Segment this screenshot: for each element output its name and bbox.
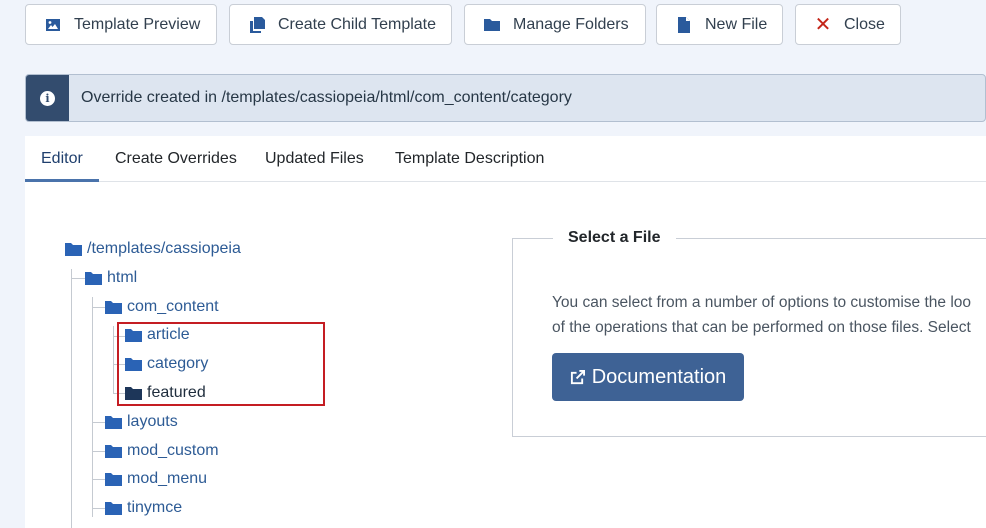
alert-stripe: i: [26, 75, 69, 121]
select-file-legend: Select a File: [553, 229, 676, 247]
tree-folder-com-content[interactable]: com_content: [105, 296, 219, 318]
folder-icon: [65, 242, 82, 256]
tree-line: [92, 422, 105, 423]
override-alert: i Override created in /templates/cassiop…: [25, 74, 986, 122]
tree-folder-root[interactable]: /templates/cassiopeia: [65, 238, 241, 260]
tree-line: [92, 508, 105, 509]
folder-label: mod_menu: [127, 470, 208, 487]
image-icon: [44, 16, 62, 34]
create-child-template-button[interactable]: Create Child Template: [229, 4, 452, 45]
folder-label: layouts: [127, 413, 178, 430]
toolbar: Template Preview Create Child Template M…: [0, 0, 986, 58]
folder-icon: [85, 271, 102, 285]
folder-label: html: [107, 269, 138, 286]
template-preview-label: Template Preview: [74, 15, 201, 33]
manage-folders-button[interactable]: Manage Folders: [464, 4, 646, 45]
manage-folders-label: Manage Folders: [513, 15, 629, 33]
create-child-template-label: Create Child Template: [278, 15, 437, 33]
tree-folder-mod-custom[interactable]: mod_custom: [105, 440, 219, 462]
tree-line: [92, 297, 93, 517]
tab-bar: Editor Create Overrides Updated Files Te…: [25, 136, 986, 182]
new-file-label: New File: [705, 15, 768, 33]
select-file-description: You can select from a number of options …: [552, 290, 986, 340]
folder-icon: [483, 16, 501, 34]
tree-line: [71, 269, 72, 528]
documentation-label: Documentation: [591, 365, 727, 388]
select-file-fieldset: Select a File You can select from a numb…: [512, 229, 986, 437]
description-line-1: You can select from a number of options …: [552, 294, 972, 311]
folder-icon: [105, 501, 122, 515]
folder-label: mod_custom: [127, 442, 219, 459]
close-icon: ✕: [814, 14, 832, 36]
tree-line: [92, 451, 105, 452]
highlight-box: [117, 322, 325, 406]
close-button[interactable]: ✕ Close: [795, 4, 901, 45]
description-line-2: of the operations that can be performed …: [552, 319, 971, 336]
tree-folder-mod-menu[interactable]: mod_menu: [105, 468, 207, 490]
new-file-button[interactable]: New File: [656, 4, 783, 45]
template-preview-button[interactable]: Template Preview: [25, 4, 217, 45]
tree-folder-layouts[interactable]: layouts: [105, 411, 178, 433]
tree-line: [92, 307, 105, 308]
folder-icon: [105, 300, 122, 314]
tree-line: [71, 278, 85, 279]
tab-template-description[interactable]: Template Description: [395, 136, 544, 181]
tab-create-overrides[interactable]: Create Overrides: [115, 136, 237, 181]
folder-label: com_content: [127, 298, 219, 315]
close-label: Close: [844, 15, 885, 33]
alert-message: Override created in /templates/cassiopei…: [81, 89, 572, 106]
tab-editor[interactable]: Editor: [25, 136, 99, 182]
tab-updated-files[interactable]: Updated Files: [265, 136, 364, 181]
folder-icon: [105, 415, 122, 429]
folder-label: /templates/cassiopeia: [87, 240, 241, 257]
documentation-button[interactable]: Documentation: [552, 353, 744, 401]
folder-icon: [105, 444, 122, 458]
external-link-icon: [570, 369, 585, 385]
folder-label: tinymce: [127, 499, 183, 516]
tree-folder-tinymce[interactable]: tinymce: [105, 497, 182, 519]
copy-icon: [248, 16, 266, 34]
tree-line: [92, 479, 105, 480]
file-tree: /templates/cassiopeia html com_content a…: [25, 182, 495, 528]
file-icon: [675, 16, 693, 34]
tree-folder-html[interactable]: html: [85, 267, 137, 289]
info-icon: i: [40, 90, 55, 106]
editor-panel: Editor Create Overrides Updated Files Te…: [25, 136, 986, 528]
folder-icon: [105, 472, 122, 486]
